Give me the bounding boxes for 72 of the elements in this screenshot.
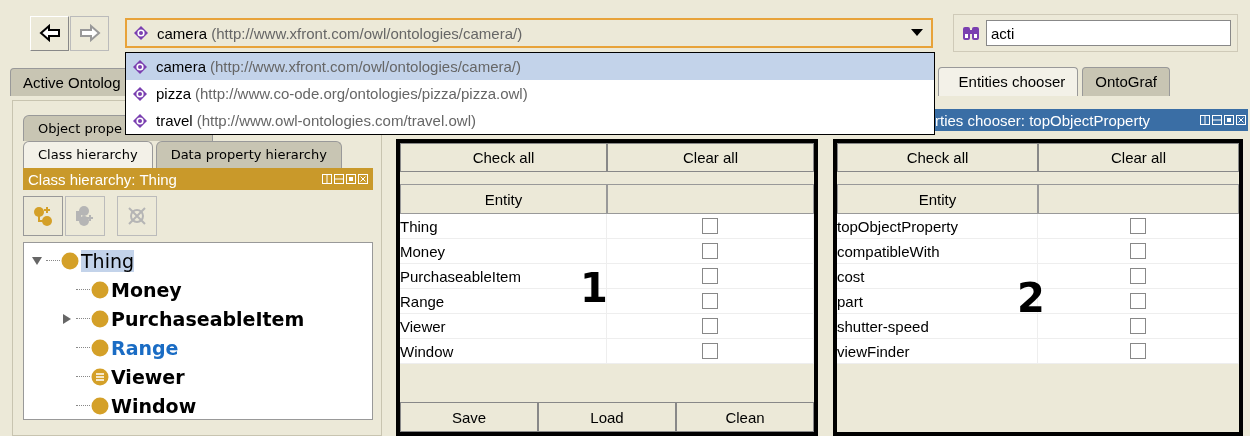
close-icon: [358, 174, 368, 184]
table-cell: topObjectProperty: [837, 214, 1038, 238]
table-cell: shutter-speed: [837, 314, 1038, 338]
delete-icon: [126, 205, 148, 227]
class-icon: [91, 367, 109, 386]
binoculars-icon: [962, 24, 980, 42]
action-button[interactable]: Clear all: [607, 143, 814, 172]
action-button[interactable]: Save: [400, 402, 538, 432]
action-button[interactable]: Clear all: [1038, 143, 1239, 172]
combo-value: camera (http://www.xfront.com/owl/ontologies/camera/): [157, 24, 524, 42]
action-button[interactable]: Check all: [837, 143, 1038, 172]
caret-icon: [911, 29, 923, 37]
back-button[interactable]: [30, 15, 69, 51]
tree-item[interactable]: Thing: [81, 249, 135, 272]
tree-item[interactable]: Window: [111, 394, 197, 417]
ontology-combo[interactable]: camera (http://www.xfront.com/owl/ontologies/camera/): [125, 18, 933, 48]
expanded-arrow-icon[interactable]: [32, 255, 42, 266]
table-cell: compatibleWith: [837, 239, 1038, 263]
class-icon: [91, 338, 109, 357]
search-field[interactable]: acti: [986, 20, 1231, 46]
collapsed-arrow-icon[interactable]: [62, 313, 72, 324]
checkbox[interactable]: [702, 318, 718, 334]
tree-item[interactable]: Range: [111, 336, 179, 359]
arrow-icon: [78, 24, 101, 42]
arrow-icon: [38, 24, 61, 42]
maximize-icon: [1224, 115, 1234, 125]
tab[interactable]: OntoGraf: [1082, 67, 1170, 96]
tab[interactable]: Entities chooser: [937, 67, 1079, 96]
class-add-icon: [74, 205, 96, 227]
checkbox[interactable]: [1130, 343, 1146, 359]
split-icon: [1200, 115, 1210, 125]
class-add-icon: [32, 205, 54, 227]
checkbox[interactable]: [702, 218, 718, 234]
tree-item[interactable]: Money: [111, 278, 182, 301]
view-title: Class hierarchy: Thing: [28, 170, 177, 188]
class-icon: [61, 251, 79, 270]
split-icon: [322, 174, 332, 184]
checkbox[interactable]: [1130, 318, 1146, 334]
checkbox[interactable]: [1130, 268, 1146, 284]
checkbox[interactable]: [1130, 243, 1146, 259]
checkbox[interactable]: [1130, 218, 1146, 234]
checkbox[interactable]: [1130, 293, 1146, 309]
ontology-icon: [132, 58, 148, 75]
split-icon: [1212, 115, 1222, 125]
class-icon: [91, 309, 109, 328]
class-icon: [91, 396, 109, 415]
dropdown-item[interactable]: camera (http://www.xfront.com/owl/ontologies/camera/): [126, 53, 934, 80]
table-cell: Thing: [400, 214, 607, 238]
tree-item[interactable]: PurchaseableItem: [111, 307, 305, 330]
split-icon: [334, 174, 344, 184]
ontology-icon: [133, 25, 149, 41]
add-class-button[interactable]: [23, 196, 63, 236]
tab[interactable]: Data property hierarchy: [155, 141, 342, 168]
view-title: rties chooser: topObjectProperty: [935, 111, 1151, 129]
ontology-icon: [132, 112, 148, 129]
maximize-icon: [346, 174, 356, 184]
table-cell: Viewer: [400, 314, 607, 338]
action-button[interactable]: Load: [538, 402, 676, 432]
class-icon: [91, 280, 109, 299]
checkbox[interactable]: [702, 343, 718, 359]
checkbox[interactable]: [702, 293, 718, 309]
table-cell: viewFinder: [837, 339, 1038, 363]
ontology-icon: [132, 85, 148, 102]
checkbox[interactable]: [702, 268, 718, 284]
action-button[interactable]: Check all: [400, 143, 607, 172]
tab[interactable]: Class hierarchy: [23, 141, 153, 168]
close-icon: [1236, 115, 1246, 125]
table-cell: Money: [400, 239, 607, 263]
action-button[interactable]: Clean: [676, 402, 814, 432]
table-cell: Window: [400, 339, 607, 363]
tree-item[interactable]: Viewer: [111, 365, 185, 388]
checkbox[interactable]: [702, 243, 718, 259]
